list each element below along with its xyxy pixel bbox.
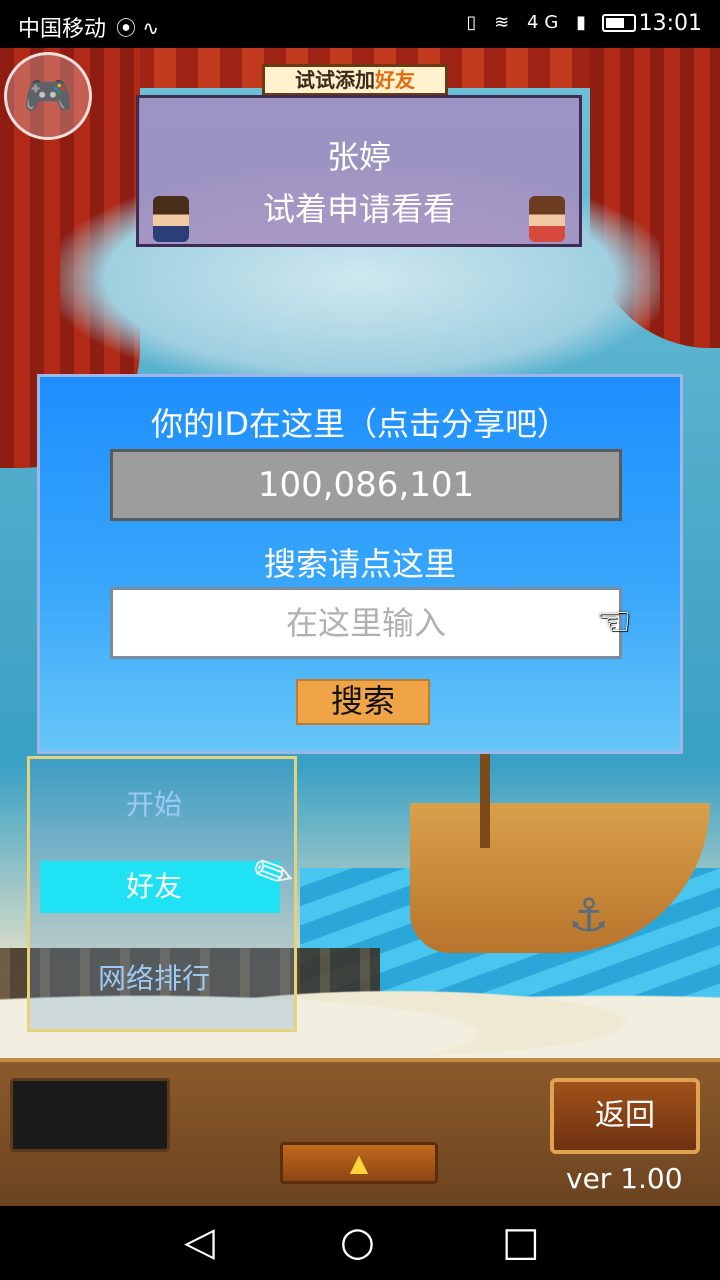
- gamepad-icon[interactable]: 🎮: [4, 52, 92, 140]
- search-title: 搜索请点这里: [263, 545, 456, 583]
- anchor-icon: ⚓: [568, 888, 610, 942]
- add-friend-tag: 试试添加好友: [262, 64, 448, 96]
- player-id-share-button[interactable]: 100,086,101: [110, 449, 622, 521]
- scroll-up-button[interactable]: ▲: [280, 1142, 438, 1184]
- back-button[interactable]: 返回: [550, 1078, 700, 1154]
- search-input[interactable]: [110, 587, 622, 659]
- main-menu: 开始 好友 网络排行: [27, 756, 297, 1032]
- friend-suggestion-box[interactable]: 张婷 试着申请看看: [136, 95, 582, 247]
- male-avatar: [153, 196, 189, 242]
- version-label: ver 1.00: [566, 1162, 683, 1195]
- status-bar: 中国移动 ⦿ ∿ ▯ ≋ 4G ▮ 13:01: [0, 0, 720, 48]
- suggested-friend-name: 张婷: [326, 138, 391, 176]
- menu-item-ranking[interactable]: 网络排行: [30, 953, 270, 1005]
- notification-icons: ⦿ ∿: [116, 16, 160, 40]
- ship-mast: [480, 748, 490, 848]
- menu-item-friends[interactable]: 好友: [40, 861, 280, 913]
- carrier-label: 中国移动: [18, 17, 107, 42]
- empty-slot: [10, 1078, 170, 1152]
- pointing-hand-icon: ☜: [596, 599, 632, 645]
- search-button[interactable]: 搜索: [296, 679, 430, 725]
- menu-item-start[interactable]: 开始: [30, 779, 270, 831]
- female-avatar: [529, 196, 565, 242]
- friend-id-dialog: 你的ID在这里（点击分享吧） 100,086,101 搜索请点这里 ☜ 搜索: [37, 374, 683, 754]
- add-friend-tag-highlight: 好友: [375, 68, 415, 92]
- nav-recent-icon[interactable]: □: [502, 1220, 540, 1264]
- signal-icons: ▯ ≋ 4G ▮: [466, 12, 592, 33]
- clock: 13:01: [638, 11, 702, 36]
- battery-icon: [602, 14, 636, 32]
- navigation-bar: ◁ ○ □: [0, 1206, 720, 1280]
- suggestion-message: 试着申请看看: [262, 190, 455, 228]
- add-friend-tag-prefix: 试试添加: [295, 68, 375, 92]
- nav-home-icon[interactable]: ○: [340, 1220, 375, 1264]
- nav-back-icon[interactable]: ◁: [184, 1220, 215, 1264]
- id-dialog-title: 你的ID在这里（点击分享吧）: [150, 405, 570, 443]
